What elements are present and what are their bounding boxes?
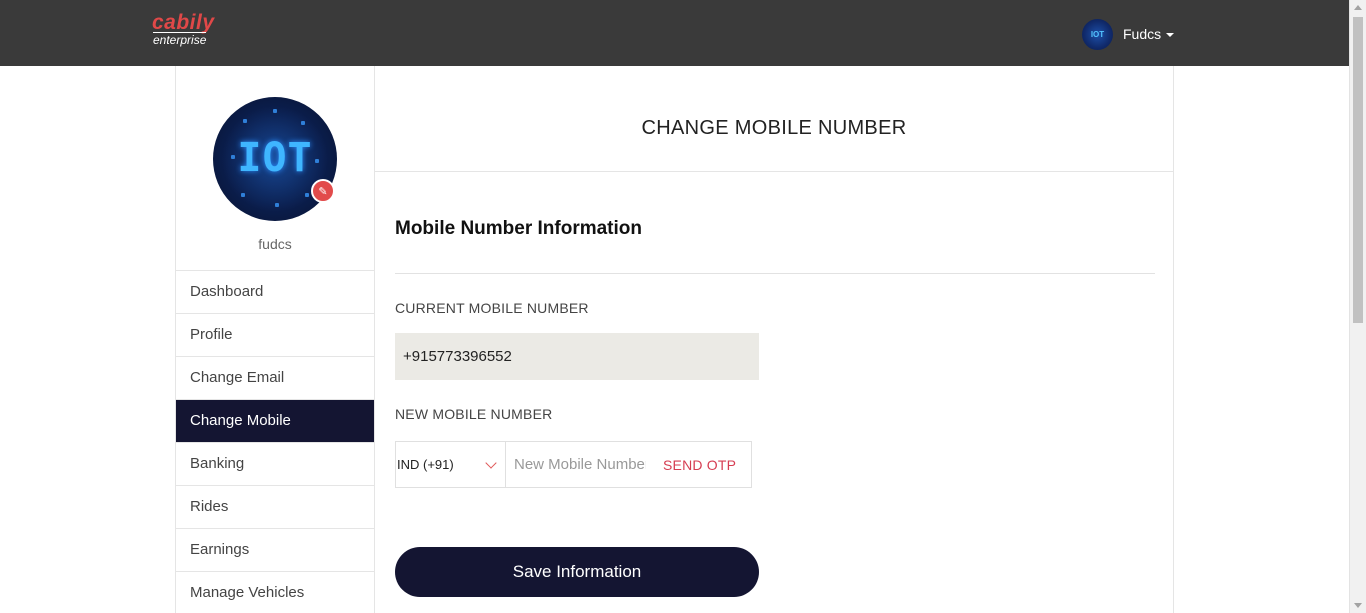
save-information-button[interactable]: Save Information — [395, 547, 759, 597]
section-divider — [395, 273, 1155, 274]
user-avatar[interactable]: IOT — [1082, 18, 1113, 50]
section-title: Mobile Number Information — [395, 218, 642, 239]
circuit-dot — [305, 193, 309, 197]
user-name[interactable]: Fudcs — [1123, 26, 1161, 42]
avatar-iot-text: IOT — [237, 135, 313, 181]
current-mobile-label: CURRENT MOBILE NUMBER — [395, 300, 589, 316]
brand-logo-sub: enterprise — [153, 32, 207, 47]
chevron-down-icon — [485, 456, 497, 469]
circuit-dot — [243, 119, 247, 123]
circuit-dot — [275, 203, 279, 207]
country-code-select[interactable]: IND (+91) — [396, 442, 506, 487]
sidebar: IOT ✎ fudcs Dashboard Profile Change Ema… — [175, 66, 375, 613]
scroll-down-icon[interactable] — [1354, 603, 1362, 608]
sidebar-item-dashboard[interactable]: Dashboard — [176, 271, 374, 314]
page-header: CHANGE MOBILE NUMBER — [375, 66, 1173, 172]
current-mobile-field: +915773396552 — [395, 333, 759, 380]
sidebar-item-profile[interactable]: Profile — [176, 314, 374, 357]
page-scrollbar[interactable] — [1349, 0, 1366, 613]
new-mobile-label: NEW MOBILE NUMBER — [395, 406, 553, 422]
pencil-icon: ✎ — [318, 185, 328, 198]
scroll-up-icon[interactable] — [1354, 5, 1362, 10]
brand-logo-main: cabily — [152, 11, 215, 34]
new-mobile-group: IND (+91) SEND OTP — [395, 441, 752, 488]
main-content: CHANGE MOBILE NUMBER Mobile Number Infor… — [375, 66, 1174, 613]
sidebar-item-banking[interactable]: Banking — [176, 443, 374, 486]
sidebar-item-earnings[interactable]: Earnings — [176, 529, 374, 572]
sidebar-item-change-email[interactable]: Change Email — [176, 357, 374, 400]
sidebar-item-change-mobile[interactable]: Change Mobile — [176, 400, 374, 443]
user-menu[interactable]: IOT Fudcs — [1082, 18, 1175, 50]
sidebar-item-rides[interactable]: Rides — [176, 486, 374, 529]
send-otp-button[interactable]: SEND OTP — [646, 442, 736, 487]
scroll-thumb[interactable] — [1353, 17, 1363, 323]
sidebar-nav: Dashboard Profile Change Email Change Mo… — [176, 270, 374, 613]
country-code-value: IND (+91) — [397, 457, 454, 472]
edit-avatar-button[interactable]: ✎ — [311, 179, 335, 203]
sidebar-username: fudcs — [258, 236, 292, 252]
circuit-dot — [273, 109, 277, 113]
new-mobile-input[interactable] — [506, 442, 646, 487]
circuit-dot — [301, 121, 305, 125]
page-title: CHANGE MOBILE NUMBER — [641, 117, 907, 139]
circuit-dot — [241, 193, 245, 197]
sidebar-item-manage-vehicles[interactable]: Manage Vehicles — [176, 572, 374, 613]
top-navbar: cabily enterprise IOT Fudcs — [0, 0, 1349, 66]
caret-down-icon[interactable] — [1166, 33, 1175, 37]
brand-logo[interactable]: cabily enterprise — [152, 12, 242, 48]
